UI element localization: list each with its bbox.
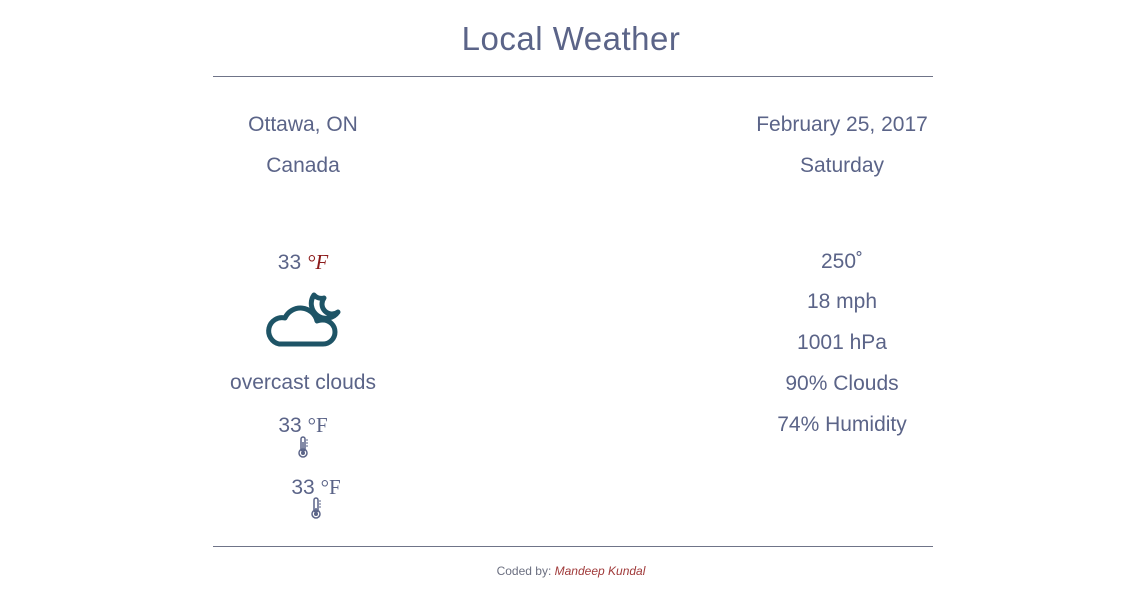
thermometer-low-icon	[311, 497, 321, 519]
thermometer-high-icon	[298, 436, 308, 458]
location-city: Ottawa, ON	[248, 113, 358, 136]
top-divider	[213, 76, 933, 77]
location-country: Canada	[266, 154, 340, 177]
min-temp-unit: °F	[320, 475, 341, 499]
date-full: February 25, 2017	[756, 113, 928, 136]
cloud-moon-icon	[266, 292, 341, 347]
min-temp-value: 33	[291, 476, 315, 499]
current-temp-value: 33	[277, 251, 302, 274]
wind-speed: 18 mph	[806, 290, 878, 313]
humidity: 74% Humidity	[777, 413, 907, 436]
bottom-divider	[213, 546, 933, 547]
weather-description: overcast clouds	[230, 371, 376, 394]
footer-prefix: Coded by:	[496, 564, 555, 578]
wind-direction: 250˚	[820, 250, 864, 273]
footer: Coded by: Mandeep Kundal	[0, 564, 1142, 578]
date-weekday: Saturday	[799, 154, 885, 177]
pressure: 1001 hPa	[797, 331, 887, 354]
author-link[interactable]: Mandeep Kundal	[555, 564, 646, 578]
max-temp-value: 33	[278, 414, 302, 437]
current-temperature: 33 °F	[278, 250, 328, 275]
max-temp-unit: °F	[307, 413, 328, 437]
page-title: Local Weather	[461, 20, 681, 57]
cloud-coverage: 90% Clouds	[785, 372, 899, 395]
temp-unit-toggle[interactable]: °F	[307, 250, 328, 274]
max-temperature: 33 °F	[278, 413, 327, 438]
